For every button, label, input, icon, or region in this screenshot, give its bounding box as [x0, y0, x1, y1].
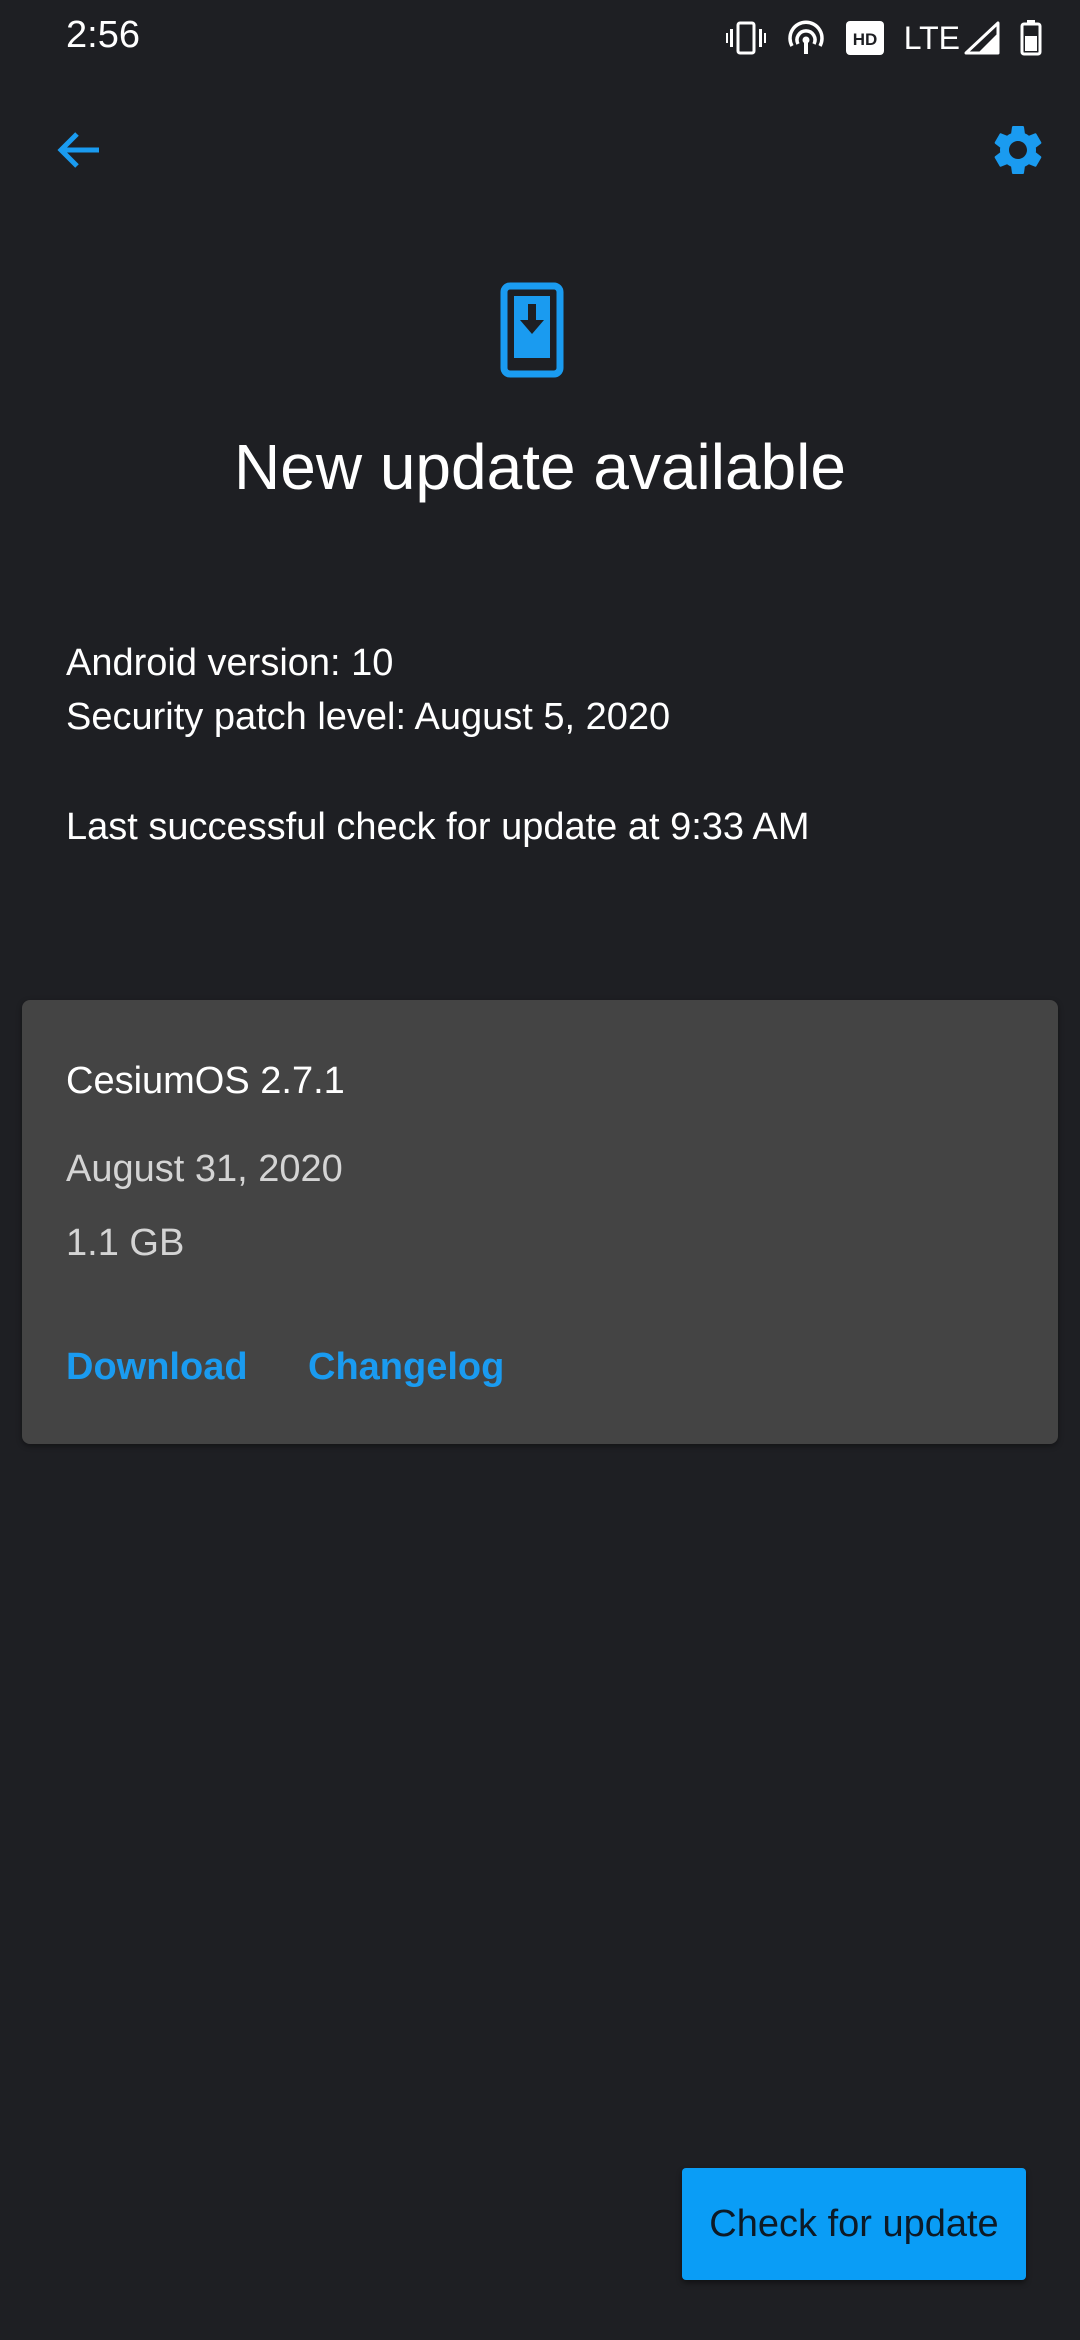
- check-for-update-button[interactable]: Check for update: [682, 2168, 1026, 2280]
- vibrate-icon: [725, 20, 766, 56]
- changelog-button[interactable]: Changelog: [308, 1346, 504, 1389]
- hd-badge-icon: HD: [845, 21, 884, 55]
- gear-icon: [988, 120, 1048, 185]
- download-button[interactable]: Download: [66, 1346, 248, 1389]
- back-button[interactable]: [38, 112, 118, 192]
- battery-icon: [1020, 20, 1042, 56]
- signal-icon: [964, 21, 1000, 55]
- update-name: CesiumOS 2.7.1: [66, 1060, 345, 1102]
- hotspot-icon: [786, 20, 826, 56]
- status-icons: HD LTE: [725, 18, 1042, 58]
- security-patch-text: Security patch level: August 5, 2020: [66, 696, 671, 738]
- update-screen: 2:56 HD LTE New update available Android…: [0, 0, 1080, 2340]
- page-title: New update available: [234, 431, 846, 503]
- arrow-back-icon: [53, 125, 103, 180]
- status-time: 2:56: [66, 14, 140, 56]
- update-date: August 31, 2020: [66, 1148, 343, 1190]
- version-info: Android version: 10 Security patch level…: [66, 636, 670, 744]
- hd-badge-text: HD: [852, 30, 877, 49]
- network-type-label: LTE: [903, 19, 960, 56]
- update-size: 1.1 GB: [66, 1222, 185, 1264]
- phone-download-icon: [500, 282, 580, 378]
- android-version-text: Android version: 10: [66, 642, 394, 684]
- settings-button[interactable]: [978, 112, 1058, 192]
- update-card: CesiumOS 2.7.1 August 31, 2020 1.1 GB Do…: [22, 1000, 1058, 1444]
- status-bar: 2:56 HD LTE: [0, 0, 1080, 76]
- last-check-text: Last successful check for update at 9:33…: [66, 806, 810, 848]
